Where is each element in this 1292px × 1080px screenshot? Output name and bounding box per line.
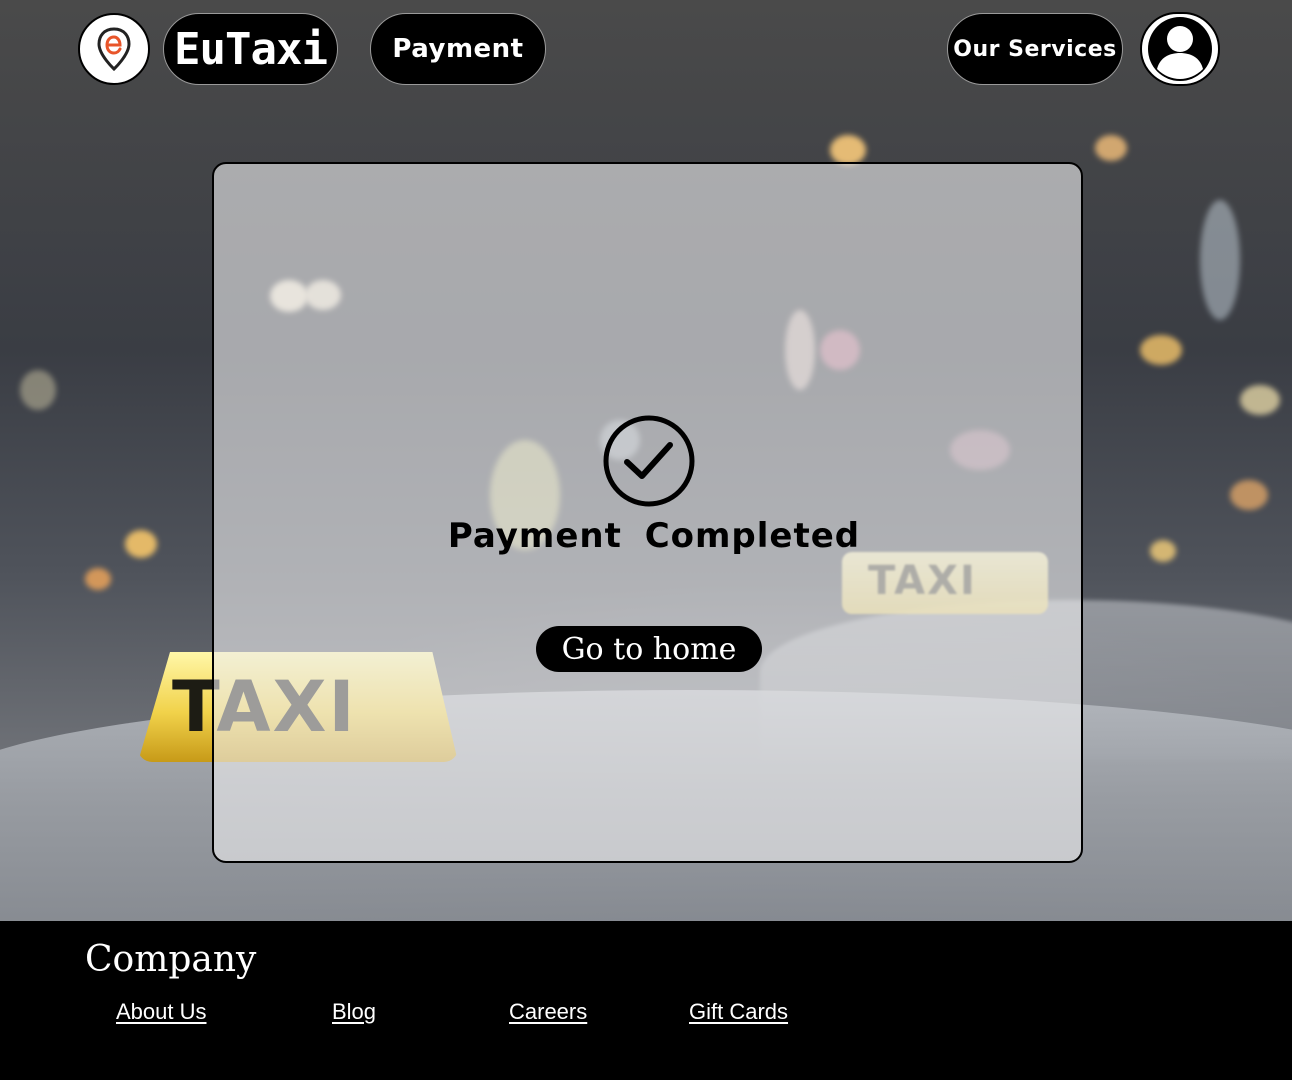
nav-our-services-label: Our Services — [953, 36, 1117, 62]
footer-link-about-us[interactable]: About Us — [116, 999, 207, 1025]
nav-our-services-button[interactable]: Our Services — [947, 13, 1123, 85]
nav-payment-label: Payment — [392, 34, 524, 64]
user-avatar-icon — [1148, 17, 1212, 81]
brand-logo[interactable]: EuTaxi — [163, 13, 338, 85]
nav-payment-button[interactable]: Payment — [370, 13, 546, 85]
payment-status-title: Payment Completed — [447, 516, 861, 556]
footer-link-careers[interactable]: Careers — [509, 999, 587, 1025]
footer-link-blog[interactable]: Blog — [332, 999, 376, 1025]
location-pin-e-icon — [97, 27, 131, 71]
footer: Company About Us Blog Careers Gift Cards — [0, 921, 1292, 1080]
check-circle-icon — [603, 415, 695, 507]
logo-button[interactable] — [78, 13, 150, 85]
footer-heading: Company — [85, 939, 257, 980]
user-profile-button[interactable] — [1140, 12, 1220, 86]
payment-confirmation-card: Payment Completed Go to home — [212, 162, 1083, 863]
footer-link-gift-cards[interactable]: Gift Cards — [689, 999, 788, 1025]
brand-name: EuTaxi — [174, 23, 328, 75]
go-to-home-button[interactable]: Go to home — [536, 626, 762, 672]
